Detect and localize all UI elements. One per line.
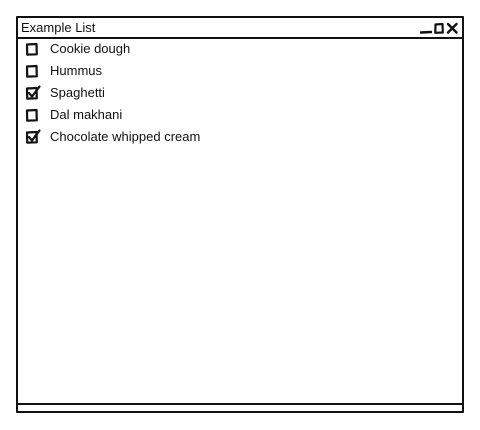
list-item-label: Dal makhani (50, 107, 123, 122)
checkbox-unchecked[interactable] (25, 108, 40, 123)
list-item[interactable]: Hummus (18, 61, 462, 83)
status-bar (18, 403, 462, 411)
checkbox-unchecked[interactable] (25, 64, 40, 79)
list-item-label: Chocolate whipped cream (50, 129, 201, 144)
list-item-label: Spaghetti (50, 85, 105, 100)
list-item-label: Cookie dough (50, 41, 131, 56)
close-icon[interactable] (446, 21, 458, 35)
checkbox-checked[interactable] (25, 129, 41, 145)
checkbox-list: Cookie dough Hummus Spaghetti Dal makhani Ch… (18, 39, 462, 149)
list-item[interactable]: Chocolate whipped cream (18, 127, 462, 149)
list-item[interactable]: Spaghetti (18, 83, 462, 105)
list-item-label: Hummus (50, 63, 103, 78)
checkbox-unchecked[interactable] (25, 42, 40, 57)
list-item[interactable]: Dal makhani (18, 105, 462, 127)
maximize-icon[interactable] (433, 21, 445, 35)
list-window: Example List Cookie dough Hummus Spaghetti… (16, 16, 464, 413)
checkbox-checked[interactable] (25, 85, 41, 101)
list-item[interactable]: Cookie dough (18, 39, 462, 61)
window-controls (419, 21, 458, 35)
window-title: Example List (21, 20, 96, 35)
minimize-icon[interactable] (420, 21, 432, 35)
title-bar[interactable]: Example List (18, 18, 462, 39)
